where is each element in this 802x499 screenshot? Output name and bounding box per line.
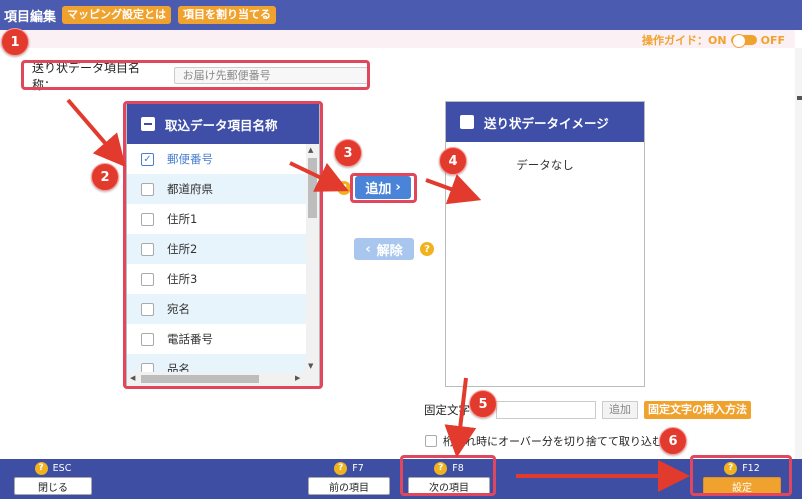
step-badge: 2 <box>91 163 119 191</box>
step-badge: 5 <box>469 390 497 418</box>
arrow-icon <box>425 174 482 205</box>
step-badge: 3 <box>334 139 362 167</box>
step-badge: 4 <box>439 147 467 175</box>
arrow-icon <box>66 98 126 168</box>
arrow-icon <box>444 377 477 458</box>
arrow-icon <box>289 161 349 192</box>
step-badge: 6 <box>659 427 687 455</box>
annotation-arrows <box>66 98 690 492</box>
step-badge: 1 <box>1 28 29 56</box>
